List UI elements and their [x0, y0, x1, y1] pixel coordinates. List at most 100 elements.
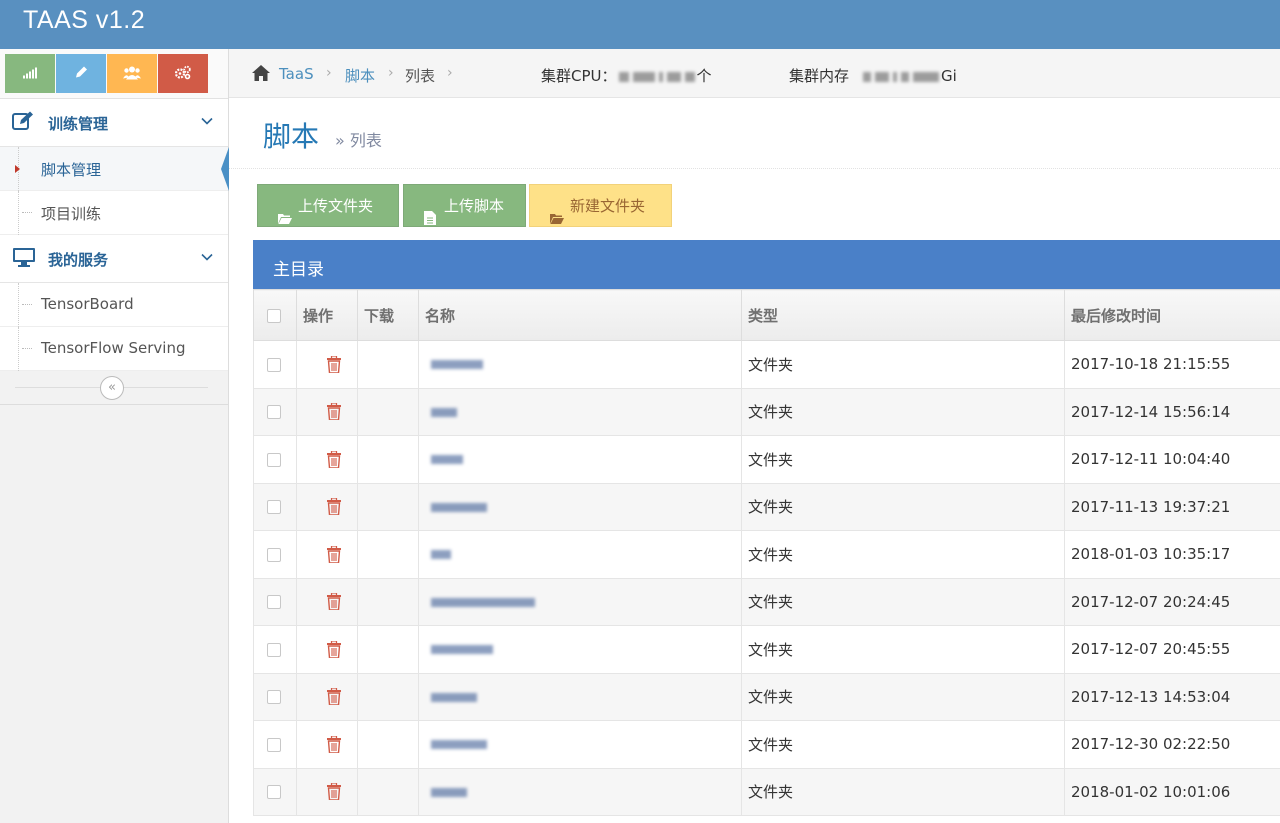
row-name-cell[interactable]	[418, 340, 742, 389]
trash-icon[interactable]	[303, 403, 357, 421]
sidebar-collapse-button[interactable]: «	[100, 376, 124, 400]
shortcut-pencil-button[interactable]	[56, 54, 106, 93]
row-name-cell[interactable]	[418, 672, 742, 721]
page-header: 脚本 » 列表	[229, 99, 1280, 169]
file-table: 操作 下载 名称 类型 最后修改时间 文件夹 2017-10-18 21:15:5…	[253, 289, 1280, 816]
row-checkbox[interactable]	[267, 547, 281, 562]
row-name-cell[interactable]	[418, 482, 742, 531]
row-action-cell	[296, 720, 358, 769]
table-row[interactable]: 文件夹 2018-01-02 10:01:06	[253, 767, 1280, 816]
sidebar-collapse-row: «	[0, 371, 228, 405]
column-header-action: 操作	[296, 289, 358, 341]
row-name-cell[interactable]	[418, 577, 742, 626]
redacted-name	[431, 455, 463, 465]
table-row[interactable]: 文件夹 2017-12-14 15:56:14	[253, 387, 1280, 436]
table-row[interactable]: 文件夹 2017-12-30 02:22:50	[253, 720, 1280, 769]
trash-icon[interactable]	[303, 355, 357, 373]
sidebar-group-label: 我的服务	[48, 251, 109, 269]
table-row[interactable]: 文件夹 2017-12-11 10:04:40	[253, 435, 1280, 484]
row-type-cell: 文件夹	[741, 767, 1065, 816]
select-all-checkbox[interactable]	[267, 308, 281, 323]
row-name-cell[interactable]	[418, 625, 742, 674]
row-modified-cell: 2017-12-30 02:22:50	[1064, 720, 1280, 769]
breadcrumb-separator: ›	[388, 65, 394, 81]
row-checkbox[interactable]	[267, 642, 281, 657]
upload-folder-button[interactable]: 上传文件夹	[257, 184, 399, 227]
row-download-cell	[357, 577, 419, 626]
row-checkbox[interactable]	[267, 357, 281, 372]
column-header-modified[interactable]: 最后修改时间	[1064, 289, 1280, 341]
row-type-cell: 文件夹	[741, 340, 1065, 389]
row-checkbox[interactable]	[267, 737, 281, 752]
new-folder-label: 新建文件夹	[570, 197, 646, 215]
row-type-cell: 文件夹	[741, 435, 1065, 484]
sidebar-item-tensorboard[interactable]: TensorBoard	[0, 283, 228, 327]
row-type-cell: 文件夹	[741, 530, 1065, 579]
sidebar-item-project-training[interactable]: 项目训练	[0, 191, 228, 235]
table-row[interactable]: 文件夹 2017-12-07 20:24:45	[253, 577, 1280, 626]
caret-right-icon	[15, 165, 20, 173]
shortcut-cogs-button[interactable]	[158, 54, 208, 93]
row-checkbox[interactable]	[267, 690, 281, 705]
trash-icon[interactable]	[303, 545, 357, 563]
row-name-cell[interactable]	[418, 767, 742, 816]
table-row[interactable]: 文件夹 2018-01-03 10:35:17	[253, 530, 1280, 579]
sidebar-group-training[interactable]: 训练管理	[0, 99, 228, 147]
trash-icon[interactable]	[303, 593, 357, 611]
cluster-cpu-stat: 集群CPU： 个	[541, 65, 712, 86]
row-select-cell	[253, 672, 297, 721]
row-checkbox[interactable]	[267, 452, 281, 467]
row-modified-cell: 2017-12-14 15:56:14	[1064, 387, 1280, 436]
table-row[interactable]: 文件夹 2017-12-07 20:45:55	[253, 625, 1280, 674]
trash-icon[interactable]	[303, 450, 357, 468]
row-name-cell[interactable]	[418, 530, 742, 579]
home-icon[interactable]	[251, 64, 271, 82]
row-download-cell	[357, 340, 419, 389]
upload-script-label: 上传脚本	[444, 197, 505, 215]
row-name-cell[interactable]	[418, 720, 742, 769]
trash-icon[interactable]	[303, 735, 357, 753]
shortcut-signal-button[interactable]	[5, 54, 55, 93]
upload-script-button[interactable]: 上传脚本	[403, 184, 526, 227]
sidebar-group-my-services[interactable]: 我的服务	[0, 235, 228, 283]
breadcrumb-current: 列表	[405, 67, 436, 85]
row-name-cell[interactable]	[418, 435, 742, 484]
table-row[interactable]: 文件夹 2017-10-18 21:15:55	[253, 340, 1280, 389]
row-checkbox[interactable]	[267, 405, 281, 420]
cluster-cpu-unit: 个	[696, 67, 712, 85]
row-action-cell	[296, 340, 358, 389]
row-download-cell	[357, 482, 419, 531]
table-row[interactable]: 文件夹 2017-12-13 14:53:04	[253, 672, 1280, 721]
row-modified-cell: 2017-12-07 20:24:45	[1064, 577, 1280, 626]
row-checkbox[interactable]	[267, 595, 281, 610]
row-select-cell	[253, 530, 297, 579]
row-modified-cell: 2017-12-13 14:53:04	[1064, 672, 1280, 721]
trash-icon[interactable]	[303, 640, 357, 658]
row-modified-cell: 2018-01-02 10:01:06	[1064, 767, 1280, 816]
trash-icon[interactable]	[303, 688, 357, 706]
shortcut-users-button[interactable]	[107, 54, 157, 93]
table-row[interactable]: 文件夹 2017-11-13 19:37:21	[253, 482, 1280, 531]
new-folder-button[interactable]: 新建文件夹	[529, 184, 672, 227]
row-name-cell[interactable]	[418, 387, 742, 436]
edit-icon	[12, 111, 36, 133]
row-download-cell	[357, 530, 419, 579]
sidebar-item-tensorflow-serving[interactable]: TensorFlow Serving	[0, 327, 228, 371]
column-header-type[interactable]: 类型	[741, 289, 1065, 341]
app-title[interactable]: TAAS v1.2	[23, 6, 145, 35]
users-icon	[123, 65, 141, 82]
breadcrumb-link-script[interactable]: 脚本	[345, 65, 375, 86]
row-checkbox[interactable]	[267, 500, 281, 515]
upload-folder-label: 上传文件夹	[298, 197, 374, 215]
row-checkbox[interactable]	[267, 785, 281, 800]
row-select-cell	[253, 340, 297, 389]
trash-icon[interactable]	[303, 498, 357, 516]
row-download-cell	[357, 767, 419, 816]
row-download-cell	[357, 625, 419, 674]
breadcrumb-link-taas[interactable]: TaaS	[279, 65, 314, 83]
row-action-cell	[296, 577, 358, 626]
sidebar-item-script-management[interactable]: 脚本管理	[0, 147, 229, 191]
trash-icon[interactable]	[303, 783, 357, 801]
row-modified-cell: 2017-12-07 20:45:55	[1064, 625, 1280, 674]
column-header-name[interactable]: 名称	[418, 289, 742, 341]
